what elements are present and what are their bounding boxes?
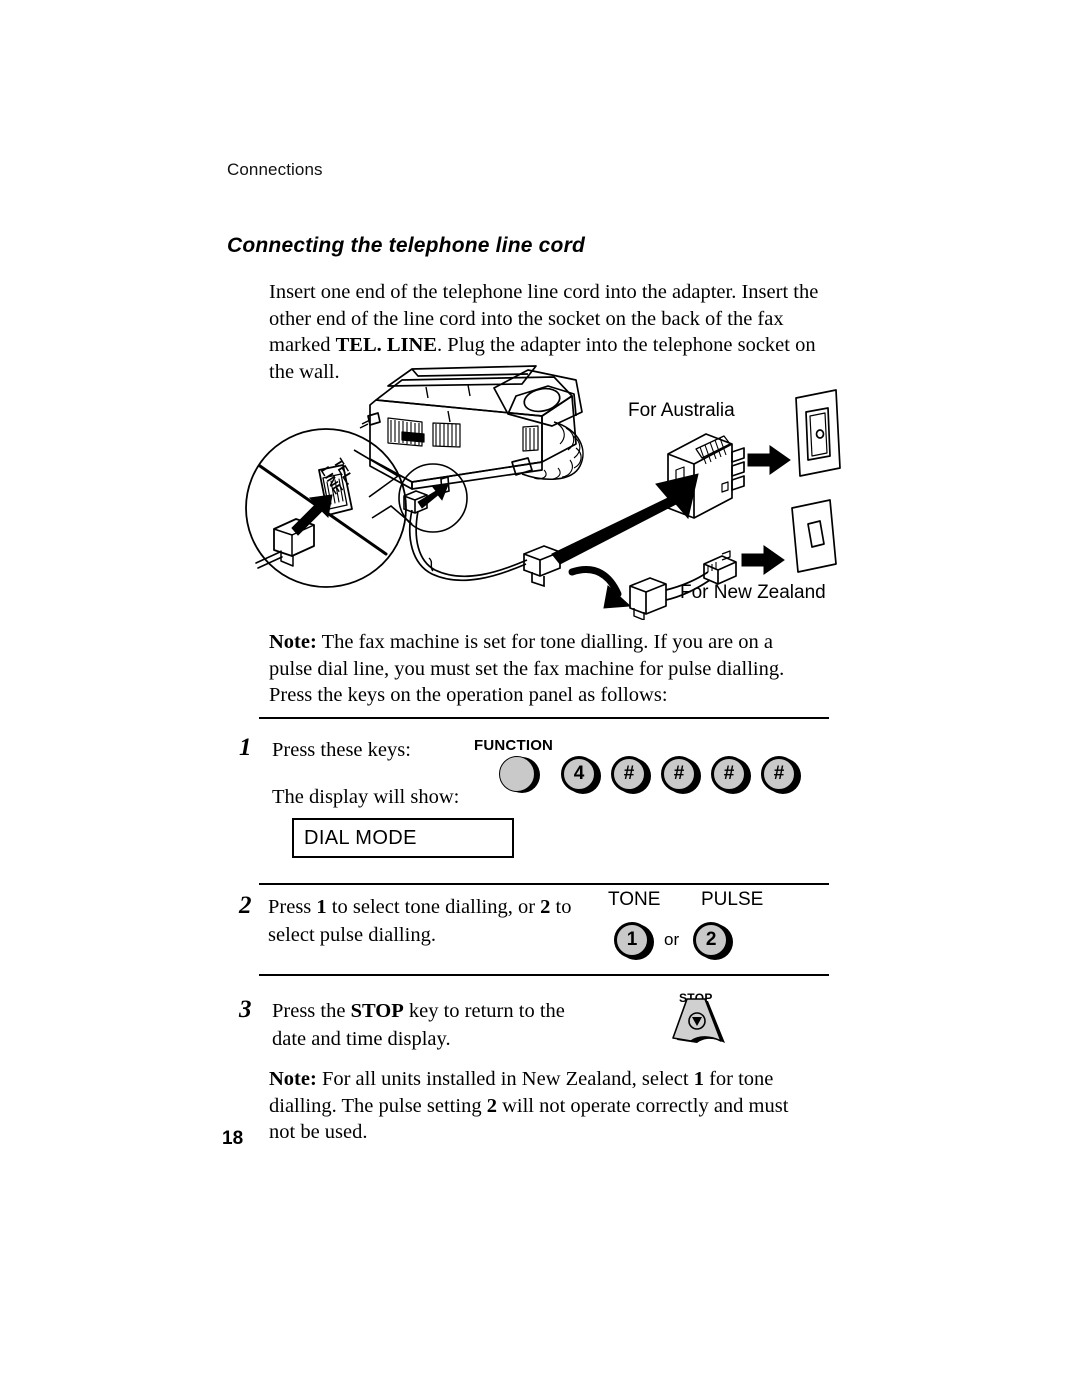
note-top: Note: The fax machine is set for tone di…	[269, 629, 814, 709]
note-top-text: The fax machine is set for tone dialling…	[269, 631, 785, 706]
step-2-bold-2: 2	[540, 896, 551, 918]
note-bottom-label: Note:	[269, 1068, 317, 1090]
function-key-caption: FUNCTION	[474, 737, 554, 754]
fax-connection-illustration: TEL. LINE For Australia For New Zealand	[236, 358, 846, 620]
step-1-key-sequence: 4 # # # #	[499, 756, 797, 792]
stop-key[interactable]	[663, 991, 733, 1055]
key-hash-3[interactable]: #	[711, 756, 747, 792]
step-1-number: 1	[239, 734, 252, 761]
step-2-instruction: Press 1 to select tone dialling, or 2 to…	[268, 893, 588, 949]
key-1-tone[interactable]: 1	[614, 922, 650, 958]
note-bottom-bold-1: 1	[693, 1068, 704, 1090]
divider-above-step-1	[259, 717, 829, 719]
key-hash-4[interactable]: #	[761, 756, 797, 792]
note-bottom: Note: For all units installed in New Zea…	[269, 1066, 814, 1146]
step-3-bold-stop: STOP	[350, 1000, 404, 1022]
note-bottom-bold-2: 2	[486, 1094, 497, 1117]
step-1-instruction: Press these keys:	[272, 739, 411, 761]
label-for-new-zealand: For New Zealand	[680, 582, 826, 603]
lcd-display-text: DIAL MODE	[304, 826, 417, 849]
note-bottom-part1: For all units installed in New Zealand, …	[316, 1068, 694, 1090]
step-3-text-part1: Press the	[272, 1000, 351, 1022]
function-key[interactable]	[499, 756, 535, 792]
document-page: Connections Connecting the telephone lin…	[0, 0, 1080, 1397]
step-2-text-part1: Press	[268, 896, 317, 918]
key-4[interactable]: 4	[561, 756, 597, 792]
step-2-number: 2	[239, 892, 252, 919]
running-head: Connections	[227, 160, 323, 179]
page-title: Connecting the telephone line cord	[227, 234, 585, 257]
step-2-bold-1: 1	[316, 896, 327, 918]
step-3-instruction: Press the STOP key to return to the date…	[272, 997, 602, 1053]
key-hash-2[interactable]: #	[661, 756, 697, 792]
page-number: 18	[222, 1128, 244, 1149]
step-1-display-prompt: The display will show:	[272, 786, 460, 808]
label-for-australia: For Australia	[628, 400, 735, 421]
note-top-label: Note:	[269, 631, 317, 653]
pulse-caption: PULSE	[701, 889, 764, 910]
divider-above-step-3	[259, 974, 829, 976]
step-3-number: 3	[239, 996, 252, 1023]
tone-caption: TONE	[608, 889, 661, 910]
step-2-text-part2: to select tone dialling, or	[326, 896, 541, 918]
intro-emphasis-tel-line: TEL. LINE	[335, 334, 438, 356]
divider-above-step-2	[259, 883, 829, 885]
key-hash-1[interactable]: #	[611, 756, 647, 792]
lcd-display: DIAL MODE	[292, 818, 514, 858]
step-2-key-choices: 1 or 2	[614, 922, 730, 958]
or-label: or	[664, 930, 680, 949]
key-2-pulse[interactable]: 2	[693, 922, 730, 958]
